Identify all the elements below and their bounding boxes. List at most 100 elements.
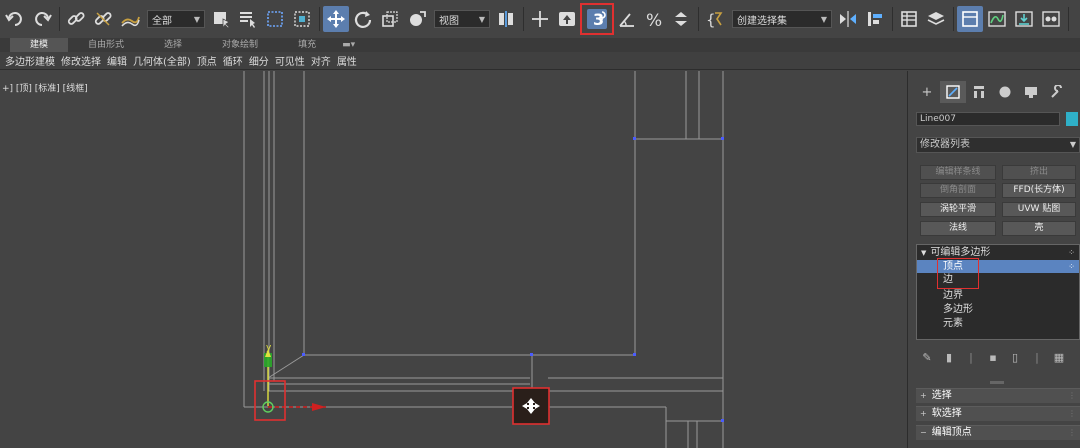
ribbon-item-visibility[interactable]: 可见性 bbox=[272, 53, 308, 68]
rollout-soft-selection[interactable]: + 软选择 ⋮ bbox=[916, 406, 1080, 421]
modifier-list-dropdown[interactable]: 修改器列表 ▼ bbox=[916, 137, 1080, 153]
top-viewport[interactable]: y +] [顶] [标准] [线框] bbox=[0, 71, 908, 448]
stack-toolbar: ✎ ▮ | ▪ ▯ | ▦ bbox=[916, 349, 1080, 365]
viewport-label[interactable]: +] [顶] [标准] [线框] bbox=[2, 81, 88, 94]
chevron-down-icon: ▼ bbox=[193, 14, 200, 24]
shell-button[interactable]: 壳 bbox=[1002, 221, 1076, 236]
keyboard-shortcut-override-icon[interactable] bbox=[554, 6, 580, 32]
rollout-divider-handle[interactable] bbox=[990, 381, 1004, 384]
toolbar-separator bbox=[892, 7, 893, 31]
select-and-scale-icon[interactable] bbox=[377, 6, 403, 32]
select-object-icon[interactable] bbox=[208, 6, 234, 32]
make-unique-icon[interactable]: | bbox=[960, 351, 982, 364]
motion-tab-icon[interactable] bbox=[992, 81, 1018, 103]
turbosmooth-button[interactable]: 涡轮平滑 bbox=[920, 202, 996, 217]
rollout-menu-icon: ⋮ bbox=[1068, 409, 1076, 418]
extrude-button[interactable]: 挤出 bbox=[1002, 165, 1076, 180]
toggle-ribbon-icon[interactable] bbox=[957, 6, 983, 32]
bind-space-warp-icon[interactable] bbox=[117, 6, 143, 32]
snaps-toggle-3d-icon[interactable]: 3 bbox=[580, 3, 614, 35]
ffd-box-button[interactable]: FFD(长方体) bbox=[1002, 183, 1076, 198]
tab-modeling[interactable]: 建模 bbox=[10, 38, 69, 52]
show-end-result-icon[interactable]: ▮ bbox=[938, 351, 960, 364]
select-and-move-icon[interactable] bbox=[323, 6, 349, 32]
place-object-icon[interactable] bbox=[404, 6, 430, 32]
spinner-snap-icon[interactable] bbox=[668, 6, 694, 32]
ribbon-item-subdivision[interactable]: 细分 bbox=[246, 53, 272, 68]
ribbon-item-geometry-all[interactable]: 几何体(全部) bbox=[130, 53, 194, 68]
edit-named-selection-icon[interactable]: { bbox=[702, 6, 728, 32]
ribbon-panel-bar: 多边形建模 修改选择 编辑 几何体(全部) 顶点 循环 细分 可见性 对齐 属性 bbox=[0, 52, 1080, 70]
rollout-edit-vertices[interactable]: − 编辑顶点 ⋮ bbox=[916, 425, 1080, 440]
tab-object-paint[interactable]: 对象绘制 bbox=[202, 38, 278, 52]
ribbon-options-icon[interactable]: ▬▾ bbox=[336, 38, 361, 52]
delete-icon[interactable]: ▯ bbox=[1004, 351, 1026, 364]
remove-modifier-icon[interactable]: ▪ bbox=[982, 351, 1004, 364]
toolbar-separator bbox=[1068, 7, 1069, 31]
redo-icon[interactable] bbox=[29, 6, 55, 32]
ribbon-item-edit[interactable]: 编辑 bbox=[104, 53, 130, 68]
edit-spline-button[interactable]: 编辑样条线 bbox=[920, 165, 996, 180]
tab-populate[interactable]: 填充 bbox=[278, 38, 336, 52]
undo-icon[interactable] bbox=[2, 6, 28, 32]
normal-button[interactable]: 法线 bbox=[920, 221, 996, 236]
pivot-point-center-icon[interactable] bbox=[493, 6, 519, 32]
main-toolbar: 全部 ▼ 视图 ▼ 3 % {创建选择集 ▼ bbox=[0, 0, 1080, 38]
stack-item-border[interactable]: 边界 bbox=[917, 289, 1079, 302]
window-crossing-icon[interactable] bbox=[289, 6, 315, 32]
create-tab-plus-icon[interactable]: + bbox=[914, 81, 940, 103]
curve-editor-icon[interactable] bbox=[984, 6, 1010, 32]
ribbon-item-properties[interactable]: 属性 bbox=[334, 53, 360, 68]
ribbon-tab-bar: 建模 自由形式 选择 对象绘制 填充 ▬▾ bbox=[0, 38, 1080, 52]
stack-item-polygon[interactable]: 多边形 bbox=[917, 303, 1079, 316]
rollout-expand-icon: + bbox=[920, 391, 927, 400]
bevel-profile-button[interactable]: 倒角剖面 bbox=[920, 183, 996, 198]
rectangular-selection-icon[interactable] bbox=[262, 6, 288, 32]
schematic-view-icon[interactable] bbox=[1011, 6, 1037, 32]
viewport-canvas[interactable]: y bbox=[0, 71, 908, 448]
tab-selection[interactable]: 选择 bbox=[144, 38, 202, 52]
rollout-selection[interactable]: + 选择 ⋮ bbox=[916, 388, 1080, 403]
select-and-rotate-icon[interactable] bbox=[350, 6, 376, 32]
percent-snap-icon[interactable]: % bbox=[641, 6, 667, 32]
chevron-down-icon: ▼ bbox=[478, 14, 485, 24]
ribbon-item-modify-selection[interactable]: 修改选择 bbox=[58, 53, 104, 68]
link-icon[interactable] bbox=[63, 6, 89, 32]
unlink-icon[interactable] bbox=[90, 6, 116, 32]
utilities-tab-wrench-icon[interactable] bbox=[1044, 81, 1070, 103]
stack-subobject-icon: ⁘ bbox=[1068, 248, 1075, 257]
material-editor-icon[interactable] bbox=[1038, 6, 1064, 32]
named-selection-value: 创建选择集 bbox=[737, 15, 787, 27]
mirror-icon[interactable] bbox=[835, 6, 861, 32]
hierarchy-tab-icon[interactable] bbox=[966, 81, 992, 103]
named-selection-dropdown[interactable]: 创建选择集 ▼ bbox=[732, 10, 832, 28]
ribbon-item-align[interactable]: 对齐 bbox=[308, 53, 334, 68]
axis-y-label: y bbox=[266, 343, 272, 353]
display-tab-icon[interactable] bbox=[1018, 81, 1044, 103]
svg-text:%: % bbox=[646, 11, 662, 29]
rollout-expand-icon: + bbox=[920, 409, 927, 418]
object-color-swatch[interactable] bbox=[1066, 112, 1078, 126]
angle-snap-icon[interactable] bbox=[614, 6, 640, 32]
configure-modifier-sets-icon[interactable]: ▦ bbox=[1048, 351, 1070, 364]
pivot-highlight-box bbox=[254, 380, 286, 421]
select-manipulate-icon[interactable] bbox=[527, 6, 553, 32]
tab-freeform[interactable]: 自由形式 bbox=[68, 38, 144, 52]
select-by-name-icon[interactable] bbox=[235, 6, 261, 32]
uvw-map-button[interactable]: UVW 贴图 bbox=[1002, 202, 1076, 217]
object-name-field[interactable]: Line007 bbox=[916, 112, 1060, 126]
reference-coordinate-dropdown[interactable]: 视图 ▼ bbox=[434, 10, 490, 28]
ribbon-item-loops[interactable]: 循环 bbox=[220, 53, 246, 68]
reference-coordinate-value: 视图 bbox=[439, 15, 459, 27]
scene-explorer-icon[interactable] bbox=[896, 6, 922, 32]
selection-filter-dropdown[interactable]: 全部 ▼ bbox=[147, 10, 205, 28]
chevron-down-icon: ▼ bbox=[820, 14, 827, 24]
stack-item-element[interactable]: 元素 bbox=[917, 317, 1079, 330]
collapse-triangle-icon[interactable]: ▼ bbox=[921, 249, 926, 257]
pin-stack-icon[interactable]: ✎ bbox=[916, 351, 938, 364]
ribbon-item-vertices[interactable]: 顶点 bbox=[194, 53, 220, 68]
layer-explorer-icon[interactable] bbox=[923, 6, 949, 32]
modify-tab-icon[interactable] bbox=[940, 81, 966, 103]
align-icon[interactable] bbox=[862, 6, 888, 32]
ribbon-item-poly-modeling[interactable]: 多边形建模 bbox=[2, 53, 58, 68]
